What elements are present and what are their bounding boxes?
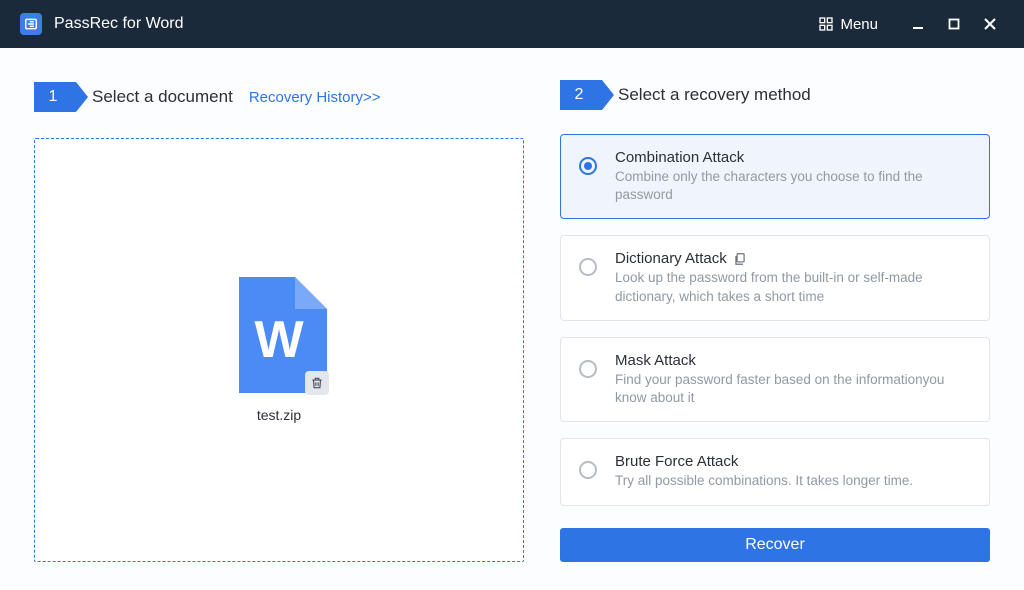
recover-button[interactable]: Recover — [560, 528, 990, 562]
method-option-1[interactable]: Dictionary Attack Look up the password fr… — [560, 235, 990, 320]
titlebar: PassRec for Word Menu — [0, 0, 1024, 48]
step-1-badge: 1 — [34, 82, 76, 112]
select-method-panel: 2 Select a recovery method Combination A… — [560, 80, 990, 562]
menu-label: Menu — [840, 16, 878, 33]
method-text: Dictionary Attack Look up the password fr… — [615, 250, 973, 305]
file-copy-icon — [733, 252, 747, 266]
recovery-history-link[interactable]: Recovery History>> — [249, 89, 381, 106]
method-option-2[interactable]: Mask Attack Find your password faster bas… — [560, 337, 990, 422]
method-text: Brute Force Attack Try all possible combi… — [615, 453, 913, 490]
app-logo-icon — [20, 13, 42, 35]
step-1-header: 1 Select a document Recovery History>> — [34, 80, 524, 114]
maximize-icon — [947, 17, 961, 31]
menu-button[interactable]: Menu — [808, 10, 888, 39]
method-title: Dictionary Attack — [615, 250, 973, 267]
method-radio[interactable] — [579, 461, 597, 479]
method-desc: Combine only the characters you choose t… — [615, 168, 973, 204]
method-option-0[interactable]: Combination Attack Combine only the chara… — [560, 134, 990, 219]
method-list: Combination Attack Combine only the chara… — [560, 134, 990, 506]
method-desc: Find your password faster based on the i… — [615, 371, 973, 407]
step-2-badge: 2 — [560, 80, 602, 110]
method-title: Combination Attack — [615, 149, 973, 166]
step-1-title: Select a document — [92, 87, 233, 107]
minimize-icon — [911, 17, 925, 31]
step-2-title: Select a recovery method — [618, 85, 811, 105]
close-button[interactable] — [972, 6, 1008, 42]
close-icon — [983, 17, 997, 31]
document-drop-zone[interactable]: W test.zip — [34, 138, 524, 562]
app-title: PassRec for Word — [54, 15, 184, 33]
method-text: Combination Attack Combine only the chara… — [615, 149, 973, 204]
menu-grid-icon — [818, 16, 834, 32]
select-document-panel: 1 Select a document Recovery History>> W… — [34, 80, 524, 562]
trash-icon — [310, 376, 324, 390]
method-desc: Look up the password from the built-in o… — [615, 269, 973, 305]
method-radio[interactable] — [579, 360, 597, 378]
method-radio[interactable] — [579, 258, 597, 276]
method-title: Mask Attack — [615, 352, 973, 369]
main-content: 1 Select a document Recovery History>> W… — [0, 48, 1024, 590]
method-title: Brute Force Attack — [615, 453, 913, 470]
method-radio[interactable] — [579, 157, 597, 175]
svg-text:W: W — [254, 311, 304, 369]
method-option-3[interactable]: Brute Force Attack Try all possible combi… — [560, 438, 990, 505]
remove-file-button[interactable] — [305, 371, 329, 395]
method-desc: Try all possible combinations. It takes … — [615, 472, 913, 490]
maximize-button[interactable] — [936, 6, 972, 42]
minimize-button[interactable] — [900, 6, 936, 42]
step-2-header: 2 Select a recovery method — [560, 80, 990, 110]
file-icon-wrap: W — [231, 277, 327, 393]
file-name-label: test.zip — [257, 407, 301, 423]
method-text: Mask Attack Find your password faster bas… — [615, 352, 973, 407]
